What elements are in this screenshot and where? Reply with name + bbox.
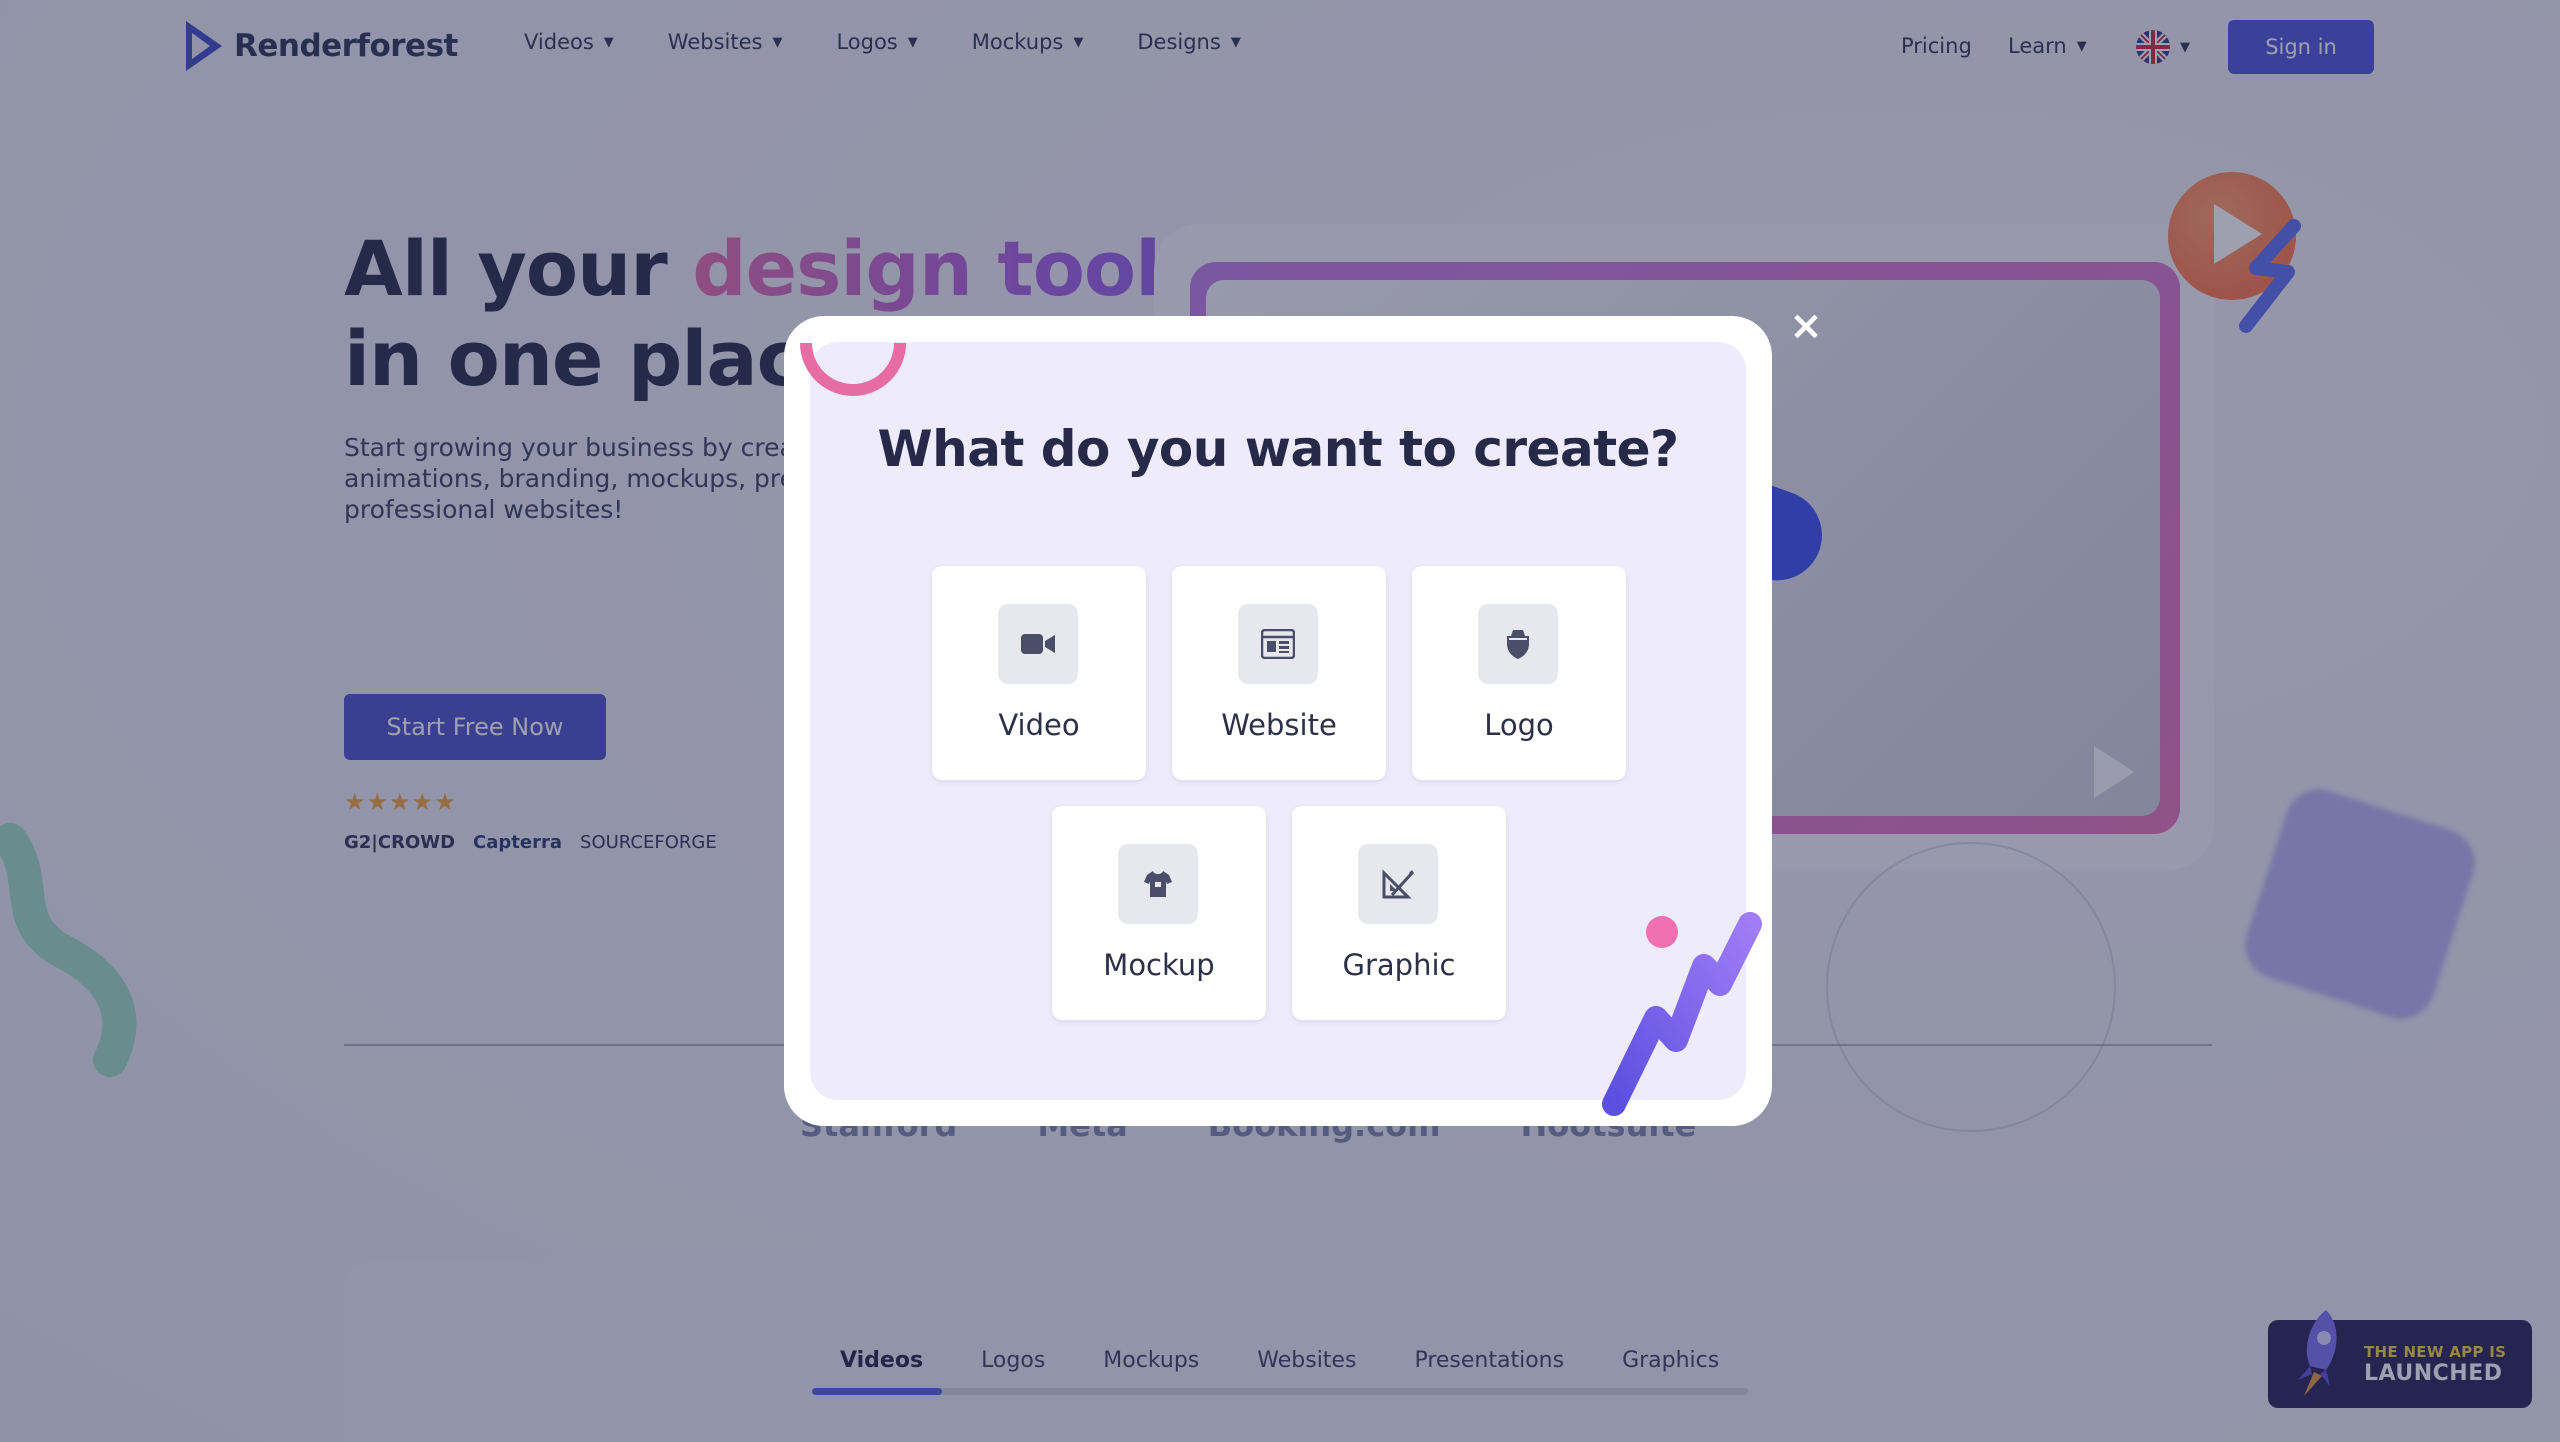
create-logo-option[interactable]: Logo <box>1412 566 1626 780</box>
shield-crest-icon <box>1507 630 1529 659</box>
create-video-option[interactable]: Video <box>932 566 1146 780</box>
video-camera-icon <box>1021 634 1055 654</box>
modal-title: What do you want to create? <box>877 420 1679 478</box>
create-website-option[interactable]: Website <box>1172 566 1386 780</box>
video-icon-box <box>998 604 1078 684</box>
create-video-label: Video <box>998 708 1080 742</box>
logo-icon-box <box>1478 604 1558 684</box>
tshirt-icon <box>1144 871 1172 897</box>
create-graphic-label: Graphic <box>1342 948 1456 982</box>
mockup-icon-box <box>1118 844 1198 924</box>
pink-dot-decoration <box>1646 916 1678 948</box>
create-logo-label: Logo <box>1484 708 1554 742</box>
close-icon[interactable]: × <box>1786 306 1826 346</box>
create-website-label: Website <box>1221 708 1337 742</box>
create-mockup-label: Mockup <box>1103 948 1215 982</box>
browser-window-icon <box>1261 629 1295 659</box>
graphic-icon-box <box>1358 844 1438 924</box>
create-graphic-option[interactable]: Graphic <box>1292 806 1506 1020</box>
ruler-triangle-icon <box>1382 869 1414 899</box>
website-icon-box <box>1238 604 1318 684</box>
create-mockup-option[interactable]: Mockup <box>1052 806 1266 1020</box>
zigzag-decoration-icon <box>1602 912 1762 1116</box>
